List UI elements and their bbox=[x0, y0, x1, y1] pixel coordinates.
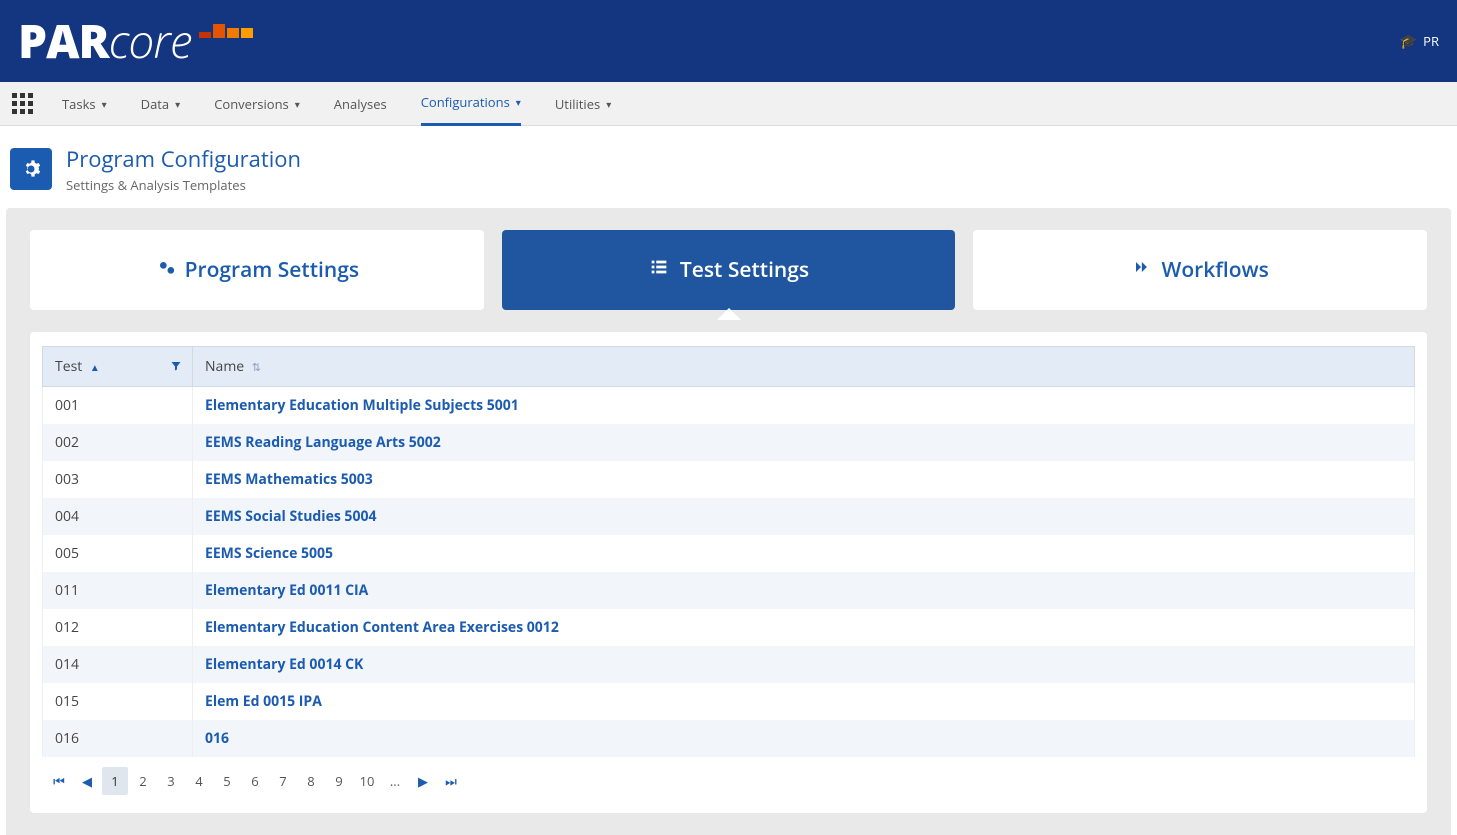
menu-item-data[interactable]: Data ▾ bbox=[141, 82, 181, 126]
pager-page-5[interactable]: 5 bbox=[214, 767, 240, 795]
cell-test: 012 bbox=[43, 609, 193, 646]
pager-first[interactable]: ⏮ bbox=[46, 767, 72, 795]
sort-both-icon: ⇅ bbox=[252, 360, 261, 375]
table-row: 005EEMS Science 5005 bbox=[43, 535, 1415, 572]
pager-page-4[interactable]: 4 bbox=[186, 767, 212, 795]
pager-page-1[interactable]: 1 bbox=[102, 767, 128, 795]
pager-next[interactable]: ▶ bbox=[410, 767, 436, 795]
pager-page-10[interactable]: 10 bbox=[354, 767, 380, 795]
cell-name-link[interactable]: EEMS Social Studies 5004 bbox=[193, 498, 1415, 535]
chevron-down-icon: ▾ bbox=[606, 97, 611, 111]
pager: ⏮◀12345678910...▶⏭ bbox=[30, 757, 1427, 805]
list-icon bbox=[648, 256, 670, 285]
logo-bars-icon bbox=[199, 24, 253, 38]
chevron-down-icon: ▾ bbox=[295, 97, 300, 111]
user-profile-link[interactable]: 🎓 PR bbox=[1400, 32, 1439, 51]
table-row: 001Elementary Education Multiple Subject… bbox=[43, 387, 1415, 425]
cell-test: 005 bbox=[43, 535, 193, 572]
cell-name-link[interactable]: Elementary Education Content Area Exerci… bbox=[193, 609, 1415, 646]
cell-name-link[interactable]: Elementary Education Multiple Subjects 5… bbox=[193, 387, 1415, 425]
menu-item-conversions[interactable]: Conversions ▾ bbox=[214, 82, 300, 126]
table-row: 014Elementary Ed 0014 CK bbox=[43, 646, 1415, 683]
tab-label: Test Settings bbox=[680, 256, 809, 284]
menu-label: Tasks bbox=[62, 95, 96, 113]
table-row: 015Elem Ed 0015 IPA bbox=[43, 683, 1415, 720]
cell-name-link[interactable]: EEMS Mathematics 5003 bbox=[193, 461, 1415, 498]
pager-last[interactable]: ⏭ bbox=[438, 767, 464, 795]
pager-page-8[interactable]: 8 bbox=[298, 767, 324, 795]
table-row: 016016 bbox=[43, 720, 1415, 757]
user-label: PR bbox=[1423, 32, 1439, 50]
cell-test: 003 bbox=[43, 461, 193, 498]
menu-item-analyses[interactable]: Analyses bbox=[334, 82, 387, 126]
logo-par: PAR bbox=[18, 10, 109, 72]
pager-page-...[interactable]: ... bbox=[382, 767, 408, 795]
pager-page-9[interactable]: 9 bbox=[326, 767, 352, 795]
cell-name-link[interactable]: Elem Ed 0015 IPA bbox=[193, 683, 1415, 720]
table-row: 003EEMS Mathematics 5003 bbox=[43, 461, 1415, 498]
page-subtitle: Settings & Analysis Templates bbox=[66, 176, 301, 194]
menu-label: Data bbox=[141, 95, 170, 113]
table-row: 002EEMS Reading Language Arts 5002 bbox=[43, 424, 1415, 461]
cell-test: 001 bbox=[43, 387, 193, 425]
logo: PAR core bbox=[18, 10, 249, 72]
menu-item-tasks[interactable]: Tasks ▾ bbox=[62, 82, 107, 126]
cell-test: 014 bbox=[43, 646, 193, 683]
chevrons-icon bbox=[1131, 256, 1151, 284]
table-row: 011Elementary Ed 0011 CIA bbox=[43, 572, 1415, 609]
menu-label: Configurations bbox=[421, 93, 510, 111]
test-settings-card: Test ▲ Name ⇅ 001Elementary Education Mu… bbox=[30, 332, 1427, 813]
table-row: 012Elementary Education Content Area Exe… bbox=[43, 609, 1415, 646]
active-tab-arrow-icon bbox=[717, 308, 741, 320]
tab-test-settings[interactable]: Test Settings bbox=[502, 230, 956, 310]
menu-label: Conversions bbox=[214, 95, 289, 113]
cell-name-link[interactable]: 016 bbox=[193, 720, 1415, 757]
graduation-cap-icon: 🎓 bbox=[1400, 32, 1417, 51]
pager-page-2[interactable]: 2 bbox=[130, 767, 156, 795]
pager-page-3[interactable]: 3 bbox=[158, 767, 184, 795]
cell-name-link[interactable]: EEMS Science 5005 bbox=[193, 535, 1415, 572]
gears-icon bbox=[155, 256, 175, 284]
cell-name-link[interactable]: EEMS Reading Language Arts 5002 bbox=[193, 424, 1415, 461]
chevron-down-icon: ▾ bbox=[102, 97, 107, 111]
tab-program-settings[interactable]: Program Settings bbox=[30, 230, 484, 310]
chevron-down-icon: ▾ bbox=[516, 95, 521, 109]
top-banner: PAR core 🎓 PR bbox=[0, 0, 1457, 82]
cell-test: 016 bbox=[43, 720, 193, 757]
menu-item-utilities[interactable]: Utilities ▾ bbox=[555, 82, 611, 126]
table-row: 004EEMS Social Studies 5004 bbox=[43, 498, 1415, 535]
filter-icon[interactable] bbox=[170, 358, 182, 376]
gear-icon bbox=[10, 148, 52, 190]
apps-grid-icon[interactable] bbox=[12, 93, 34, 115]
sort-asc-icon: ▲ bbox=[90, 360, 100, 374]
cell-name-link[interactable]: Elementary Ed 0014 CK bbox=[193, 646, 1415, 683]
cell-test: 015 bbox=[43, 683, 193, 720]
col-header-name[interactable]: Name ⇅ bbox=[193, 347, 1415, 387]
menu-item-configurations[interactable]: Configurations ▾ bbox=[421, 82, 521, 126]
menubar: Tasks ▾ Data ▾ Conversions ▾ Analyses Configura… bbox=[0, 82, 1457, 126]
tab-label: Program Settings bbox=[185, 256, 359, 284]
tab-label: Workflows bbox=[1161, 256, 1268, 284]
tests-table: Test ▲ Name ⇅ 001Elementary Education Mu… bbox=[42, 346, 1415, 757]
menu-label: Analyses bbox=[334, 95, 387, 113]
cell-test: 011 bbox=[43, 572, 193, 609]
cell-name-link[interactable]: Elementary Ed 0011 CIA bbox=[193, 572, 1415, 609]
page-title: Program Configuration bbox=[66, 144, 301, 174]
pager-page-6[interactable]: 6 bbox=[242, 767, 268, 795]
cell-test: 004 bbox=[43, 498, 193, 535]
logo-core: core bbox=[109, 10, 249, 72]
pager-prev[interactable]: ◀ bbox=[74, 767, 100, 795]
pager-page-7[interactable]: 7 bbox=[270, 767, 296, 795]
tab-strip: Program Settings Test Settings Workflows bbox=[30, 230, 1427, 310]
col-header-test[interactable]: Test ▲ bbox=[43, 347, 193, 387]
config-panel: Program Settings Test Settings Workflows T… bbox=[6, 208, 1451, 835]
chevron-down-icon: ▾ bbox=[175, 97, 180, 111]
menu-label: Utilities bbox=[555, 95, 600, 113]
tab-workflows[interactable]: Workflows bbox=[973, 230, 1427, 310]
page-header: Program Configuration Settings & Analysi… bbox=[0, 126, 1457, 208]
cell-test: 002 bbox=[43, 424, 193, 461]
